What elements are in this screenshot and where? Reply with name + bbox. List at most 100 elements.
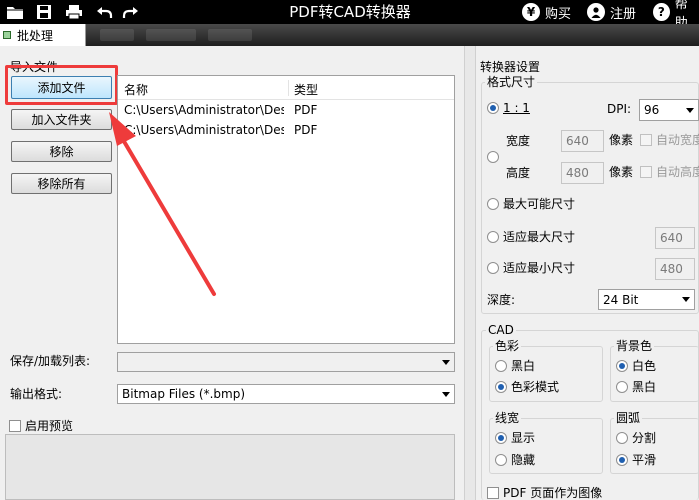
depth-value: 24 Bit (603, 292, 639, 307)
arc-split-radio[interactable] (616, 432, 628, 444)
linewidth-title: 线宽 (493, 411, 522, 425)
ratio-1-1-radio[interactable] (487, 102, 499, 114)
preview-area (5, 434, 455, 500)
background-bw-label: 黑白 (632, 380, 657, 394)
tab-placeholder (146, 29, 196, 41)
depth-select[interactable]: 24 Bit (598, 289, 695, 310)
arc-title: 圆弧 (614, 411, 643, 425)
fit-min-size-label: 适应最小尺寸 (503, 261, 576, 275)
save-load-list-label: 保存/加载列表: (10, 354, 91, 368)
enable-preview-checkbox[interactable] (9, 420, 21, 432)
height-input[interactable]: 480 (561, 162, 604, 184)
fit-max-size-radio[interactable] (487, 231, 499, 243)
height-label: 高度 (506, 166, 531, 180)
help-icon: ? (653, 3, 670, 21)
column-header-name[interactable]: 名称 (124, 81, 148, 98)
linewidth-show-label: 显示 (511, 431, 536, 445)
fit-min-size-input[interactable]: 480 (655, 258, 695, 280)
remove-button[interactable]: 移除 (11, 141, 112, 162)
auto-height-checkbox[interactable] (640, 166, 652, 178)
pdf-as-image-checkbox[interactable] (487, 487, 499, 499)
color-bw-radio[interactable] (495, 360, 507, 372)
file-path: C:\Users\Administrator\Desktop\ (124, 123, 284, 137)
width-input[interactable]: 640 (561, 130, 604, 152)
dpi-label: DPI: (607, 102, 632, 116)
linewidth-hide-radio[interactable] (495, 454, 507, 466)
panel-splitter[interactable] (464, 46, 476, 500)
file-type: PDF (294, 103, 318, 117)
help-button[interactable]: ? 帮助 (653, 0, 699, 24)
auto-width-label: 自动宽度 (656, 133, 699, 147)
width-label: 宽度 (506, 134, 531, 148)
enable-preview-label: 启用预览 (25, 419, 74, 433)
yen-icon: ¥ (522, 3, 540, 21)
batch-icon (3, 31, 11, 39)
add-folder-button[interactable]: 加入文件夹 (11, 109, 112, 130)
custom-size-radio[interactable] (487, 151, 499, 163)
dpi-value: 96 (644, 103, 660, 117)
height-pixel-label: 像素 (609, 165, 634, 179)
cad-title: CAD (486, 323, 516, 337)
converter-settings-label: 转换器设置 (480, 60, 541, 74)
print-icon[interactable] (63, 2, 85, 22)
linewidth-hide-label: 隐藏 (511, 453, 536, 467)
output-format-select[interactable]: Bitmap Files (*.bmp) (117, 384, 455, 404)
fit-min-size-radio[interactable] (487, 262, 499, 274)
register-label: 注册 (610, 6, 637, 22)
linewidth-show-radio[interactable] (495, 432, 507, 444)
output-format-label: 输出格式: (10, 387, 63, 401)
user-icon (587, 3, 605, 21)
arc-split-label: 分割 (632, 431, 657, 445)
register-button[interactable]: 注册 (587, 0, 636, 24)
pdf-as-image-label: PDF 页面作为图像 (503, 486, 603, 500)
save-load-list-select[interactable] (117, 352, 455, 372)
redo-icon[interactable] (120, 2, 142, 22)
tab-placeholder (100, 29, 134, 41)
background-white-label: 白色 (632, 359, 657, 373)
column-header-type[interactable]: 类型 (294, 81, 318, 98)
color-bw-label: 黑白 (511, 359, 536, 373)
file-list-header: 名称 类型 (118, 76, 454, 100)
remove-all-button[interactable]: 移除所有 (11, 173, 112, 194)
color-title: 色彩 (493, 339, 522, 353)
max-possible-size-radio[interactable] (487, 198, 499, 210)
tab-placeholder (208, 29, 252, 41)
background-bw-radio[interactable] (616, 381, 628, 393)
dpi-select[interactable]: 96 (639, 99, 699, 121)
max-possible-size-label: 最大可能尺寸 (503, 197, 576, 211)
tab-batch[interactable]: 批处理 (0, 24, 86, 46)
undo-icon[interactable] (93, 2, 115, 22)
color-mode-radio[interactable] (495, 381, 507, 393)
buy-button[interactable]: ¥ 购买 (522, 0, 571, 24)
output-format-value: Bitmap Files (*.bmp) (122, 387, 245, 401)
fit-max-size-input[interactable]: 640 (655, 227, 695, 249)
column-divider (288, 80, 289, 96)
tab-batch-label: 批处理 (17, 28, 54, 43)
help-label: 帮助 (674, 0, 688, 24)
app-title: PDF转CAD转换器 (289, 3, 411, 21)
linewidth-group (489, 418, 603, 474)
table-row[interactable]: C:\Users\Administrator\Desktop\ PDF (118, 103, 454, 119)
background-white-radio[interactable] (616, 360, 628, 372)
add-file-button[interactable]: 添加文件 (11, 76, 112, 99)
import-files-label: 导入文件 (10, 60, 59, 74)
auto-width-checkbox[interactable] (640, 134, 652, 146)
file-path: C:\Users\Administrator\Desktop\ (124, 103, 284, 117)
chevron-down-icon (442, 360, 450, 365)
depth-label: 深度: (487, 293, 516, 307)
save-icon[interactable] (33, 2, 55, 22)
background-title: 背景色 (614, 339, 655, 353)
auto-height-label: 自动高度 (656, 165, 699, 179)
format-size-title: 格式尺寸 (485, 75, 538, 89)
chevron-down-icon (682, 297, 690, 302)
file-type: PDF (294, 123, 318, 137)
ratio-1-1-label: 1 : 1 (503, 101, 530, 115)
table-row[interactable]: C:\Users\Administrator\Desktop\ PDF (118, 123, 454, 139)
open-folder-icon[interactable] (4, 2, 26, 22)
chevron-down-icon (686, 108, 694, 113)
buy-label: 购买 (545, 6, 572, 22)
width-pixel-label: 像素 (609, 133, 634, 147)
arc-smooth-radio[interactable] (616, 454, 628, 466)
file-list[interactable]: 名称 类型 C:\Users\Administrator\Desktop\ PD… (117, 75, 455, 344)
arc-smooth-label: 平滑 (632, 453, 657, 467)
